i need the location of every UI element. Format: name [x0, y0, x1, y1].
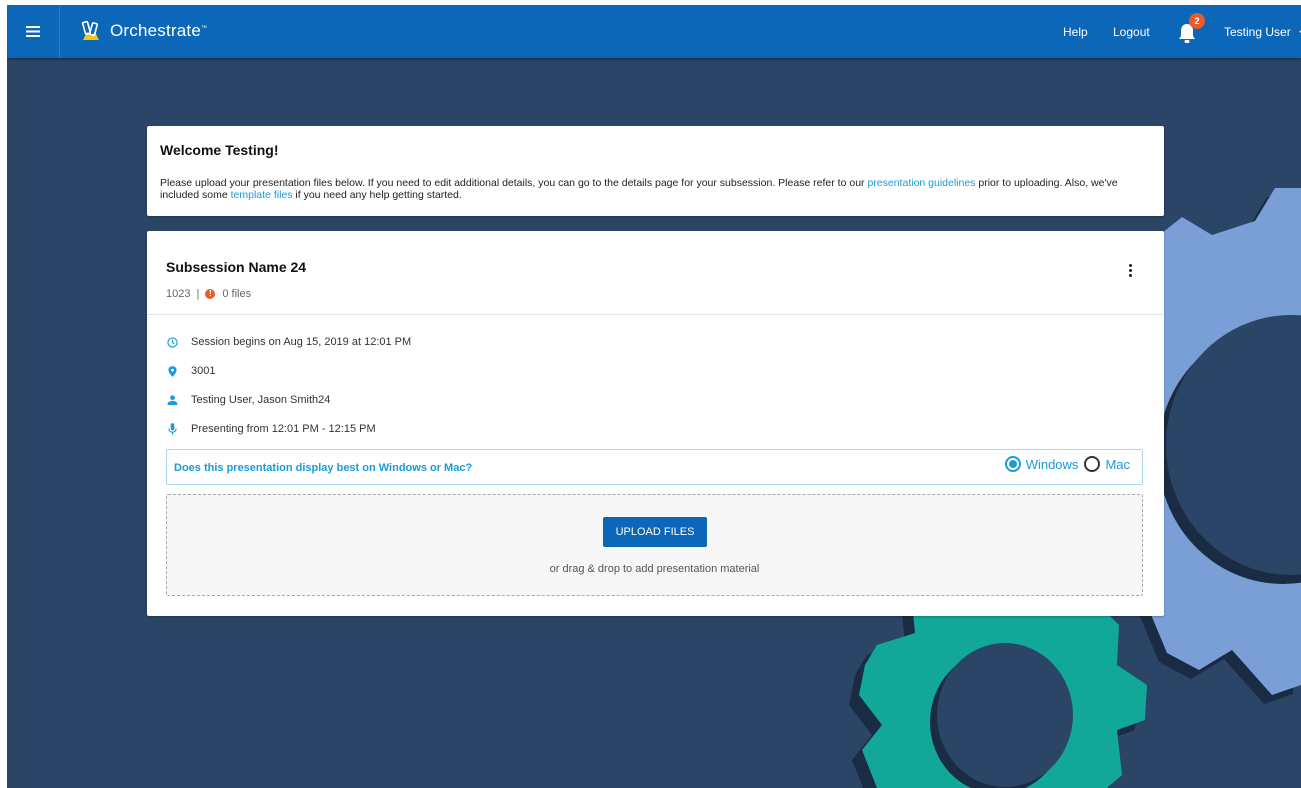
error-icon: ! — [205, 289, 216, 299]
microphone-icon — [167, 423, 177, 435]
mac-label: Mac — [1105, 456, 1130, 472]
orchestrate-logo-icon — [81, 20, 99, 40]
user-name: Testing User — [1224, 25, 1291, 39]
welcome-text: Please upload your presentation files be… — [160, 177, 868, 189]
os-preference-box: Does this presentation display best on W… — [166, 449, 1143, 485]
file-dropzone[interactable]: UPLOAD FILES or drag & drop to add prese… — [166, 494, 1143, 596]
notification-count-badge: 2 — [1189, 13, 1205, 29]
subsession-meta: 1023 | ! 0 files — [166, 288, 251, 300]
upload-files-button[interactable]: UPLOAD FILES — [603, 517, 707, 547]
file-count: 0 files — [222, 288, 252, 300]
help-link[interactable]: Help — [1063, 25, 1088, 39]
windows-radio[interactable]: Windows — [1004, 456, 1079, 472]
menu-button[interactable] — [7, 5, 60, 58]
welcome-text: if you need any help getting started. — [292, 189, 462, 201]
welcome-title: Welcome Testing! — [160, 142, 279, 158]
subsession-title: Subsession Name 24 — [166, 259, 307, 275]
session-time-row: Session begins on Aug 15, 2019 at 12:01 … — [166, 336, 411, 348]
session-presenting-row: Presenting from 12:01 PM - 12:15 PM — [166, 423, 376, 435]
windows-label: Windows — [1025, 456, 1079, 472]
welcome-card: Welcome Testing! Please upload your pres… — [147, 126, 1164, 216]
template-files-link[interactable]: template files — [231, 189, 293, 201]
trademark: ™ — [201, 25, 208, 32]
subsession-code: 1023 — [166, 288, 191, 300]
brand-name: Orchestrate™ — [110, 21, 208, 40]
card-divider — [147, 314, 1164, 315]
logout-link[interactable]: Logout — [1113, 25, 1150, 39]
kebab-menu-icon[interactable] — [1124, 259, 1136, 281]
presenting-time: Presenting from 12:01 PM - 12:15 PM — [191, 423, 376, 435]
welcome-message: Please upload your presentation files be… — [160, 177, 1150, 201]
mac-radio[interactable]: Mac — [1084, 456, 1130, 472]
session-room-row: 3001 — [166, 365, 215, 377]
top-bar: Orchestrate™ Help Logout 2 Testing User — [7, 5, 1301, 58]
brand-logo[interactable]: Orchestrate™ — [80, 18, 207, 44]
meta-separator: | — [196, 288, 200, 300]
os-radio-group: Windows Mac — [1004, 456, 1130, 472]
subsession-card: Subsession Name 24 1023 | ! 0 files Sess… — [147, 231, 1164, 616]
session-time: Session begins on Aug 15, 2019 at 12:01 … — [191, 336, 412, 348]
os-question: Does this presentation display best on W… — [174, 462, 473, 474]
dropzone-hint: or drag & drop to add presentation mater… — [549, 563, 760, 575]
location-pin-icon — [167, 365, 177, 377]
session-room: 3001 — [191, 365, 216, 377]
session-presenters: Testing User, Jason Smith24 — [191, 394, 331, 406]
person-icon — [167, 395, 177, 405]
radio-checked-icon — [1004, 456, 1021, 472]
teal-gear — [849, 603, 1147, 788]
user-menu[interactable]: Testing User — [1224, 25, 1301, 39]
hamburger-icon — [26, 26, 40, 37]
notifications-button[interactable]: 2 — [1177, 13, 1209, 49]
presentation-guidelines-link[interactable]: presentation guidelines — [867, 177, 975, 189]
clock-icon — [166, 336, 178, 348]
app-shell: Orchestrate™ Help Logout 2 Testing User … — [7, 5, 1301, 788]
radio-unchecked-icon — [1084, 456, 1101, 472]
session-presenters-row: Testing User, Jason Smith24 — [166, 394, 330, 406]
